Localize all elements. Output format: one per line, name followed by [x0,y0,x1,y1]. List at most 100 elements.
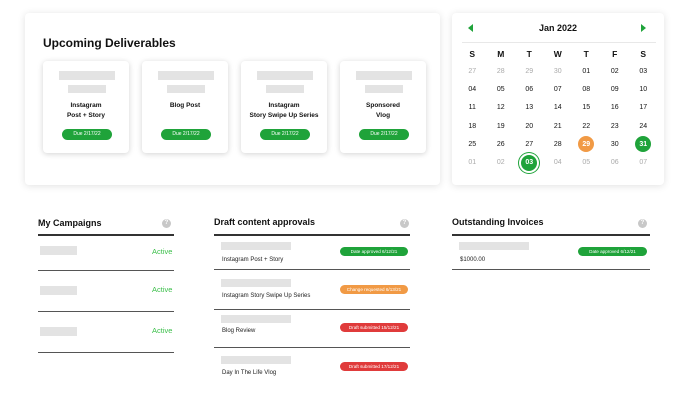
calendar-day[interactable]: 14 [544,99,573,117]
text-placeholder [266,85,304,93]
thumbnail-placeholder [221,279,291,287]
calendar-day-number: 26 [496,140,505,148]
due-date-badge[interactable]: Due 2/17/22 [359,129,409,140]
thumbnail-placeholder [221,242,291,250]
calendar-day-number: 23 [610,122,619,130]
calendar-day[interactable]: 28 [487,62,516,80]
calendar-day[interactable]: 18 [458,117,487,135]
calendar-day-number: 02 [610,67,619,75]
deliverable-name: Sponsored Vlog [366,102,400,119]
calendar-day-number: 30 [610,140,619,148]
help-circle-icon[interactable]: ? [400,219,409,228]
weekday-header: T [583,49,589,59]
calendar-day-number: 05 [582,159,591,167]
thumbnail-placeholder [221,356,291,364]
calendar-day[interactable]: 03 [515,153,544,171]
calendar-day[interactable]: 09 [601,80,630,98]
deliverable-card[interactable]: Sponsored Vlog Due 2/17/22 [340,61,426,153]
calendar-day[interactable]: 23 [601,117,630,135]
calendar-day[interactable]: 30 [601,135,630,153]
text-placeholder [365,85,403,93]
calendar-day[interactable]: 02 [487,153,516,171]
calendar-day[interactable]: 29 [572,135,601,153]
calendar-day-number: 09 [610,85,619,93]
help-circle-icon[interactable]: ? [638,219,647,228]
text-placeholder [167,85,205,93]
status-badge: Date approved 6/12/21 [578,247,647,256]
calendar-day[interactable]: 01 [458,153,487,171]
calendar-day[interactable]: 05 [572,153,601,171]
calendar-day-number: 10 [639,85,648,93]
calendar-day[interactable]: 02 [601,62,630,80]
calendar-day[interactable]: 08 [572,80,601,98]
calendar-day-number: 08 [582,85,591,93]
calendar-day[interactable]: 13 [515,99,544,117]
calendar-day-number: 17 [639,104,648,112]
calendar-day-number: 16 [610,104,619,112]
deliverable-name: Instagram Story Swipe Up Series [249,102,319,119]
calendar-day[interactable]: 27 [458,62,487,80]
calendar-day[interactable]: 29 [515,62,544,80]
calendar-day[interactable]: 26 [487,135,516,153]
calendar-day-number: 20 [525,122,534,130]
divider [452,269,650,270]
divider [214,309,410,310]
calendar-day[interactable]: 11 [458,99,487,117]
calendar-day[interactable]: 06 [515,80,544,98]
calendar-day[interactable]: 30 [544,62,573,80]
calendar-day-number: 07 [639,159,648,167]
deliverable-card[interactable]: Instagram Story Swipe Up Series Due 2/17… [241,61,327,153]
calendar-day-number: 15 [582,104,591,112]
due-date-badge[interactable]: Due 2/17/22 [161,129,211,140]
weekday-header: T [526,49,532,59]
calendar-day-number: 12 [496,104,505,112]
calendar-day-number: 03 [521,154,538,171]
weekday-header: F [612,49,618,59]
calendar-day[interactable]: 31 [629,135,658,153]
calendar-day[interactable]: 04 [458,80,487,98]
triangle-right-icon[interactable] [641,24,646,32]
calendar-day[interactable]: 17 [629,99,658,117]
calendar-day-number: 29 [525,67,534,75]
calendar-day[interactable]: 28 [544,135,573,153]
calendar-day-number: 29 [578,136,595,153]
calendar-day[interactable]: 22 [572,117,601,135]
calendar-day-number: 07 [553,85,562,93]
calendar-day-number: 18 [468,122,477,130]
thumbnail-placeholder [221,315,291,323]
deliverable-card[interactable]: Blog Post Due 2/17/22 [142,61,228,153]
calendar-day[interactable]: 05 [487,80,516,98]
calendar-day[interactable]: 06 [601,153,630,171]
help-circle-icon[interactable]: ? [162,219,171,228]
calendar-day[interactable]: 21 [544,117,573,135]
calendar-day[interactable]: 24 [629,117,658,135]
thumbnail-placeholder [459,242,529,250]
calendar-day[interactable]: 01 [572,62,601,80]
calendar-day[interactable]: 07 [629,153,658,171]
calendar-day[interactable]: 25 [458,135,487,153]
calendar-day[interactable]: 20 [515,117,544,135]
calendar-day[interactable]: 16 [601,99,630,117]
calendar-day-number: 06 [525,85,534,93]
calendar-day-number: 04 [553,159,562,167]
deliverable-card[interactable]: Instagram Post + Story Due 2/17/22 [43,61,129,153]
calendar-day[interactable]: 04 [544,153,573,171]
triangle-left-icon[interactable] [468,24,473,32]
calendar-month-label: Jan 2022 [538,23,578,33]
due-date-badge[interactable]: Due 2/17/22 [62,129,112,140]
campaign-name-placeholder [40,286,77,295]
calendar-day-number: 03 [639,67,648,75]
due-date-badge[interactable]: Due 2/17/22 [260,129,310,140]
calendar-day[interactable]: 10 [629,80,658,98]
approval-item-name: Instagram Post + Story [222,257,284,263]
calendar-day[interactable]: 12 [487,99,516,117]
calendar-day[interactable]: 03 [629,62,658,80]
calendar-day[interactable]: 19 [487,117,516,135]
calendar-divider [462,42,656,43]
calendar-day[interactable]: 15 [572,99,601,117]
weekday-header: W [553,49,562,59]
divider [38,311,174,312]
calendar-day[interactable]: 07 [544,80,573,98]
calendar-day[interactable]: 27 [515,135,544,153]
campaigns-title: My Campaigns [38,218,102,228]
